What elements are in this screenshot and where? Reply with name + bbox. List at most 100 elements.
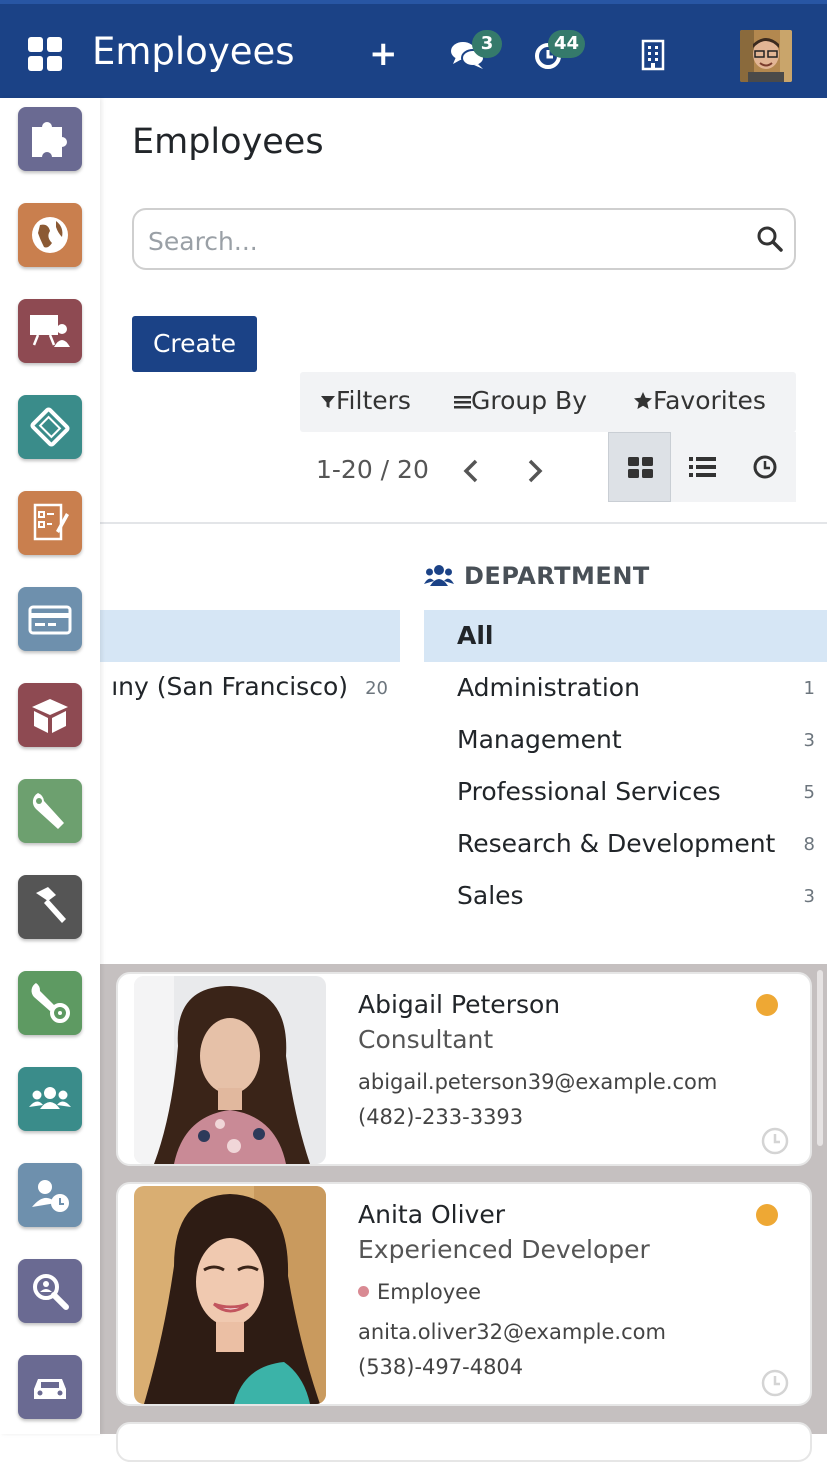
user-clock-icon — [32, 1180, 69, 1212]
pager-next-button[interactable] — [520, 453, 550, 489]
favorites-button[interactable]: Favorites — [633, 386, 766, 415]
presentation-icon — [30, 315, 70, 347]
presence-status-dot — [756, 994, 778, 1016]
filter-icon — [321, 396, 335, 408]
company-filter-label: ıny (San Francisco) — [111, 672, 348, 701]
filters-button[interactable]: Filters — [320, 386, 411, 415]
search-box — [132, 208, 796, 270]
puzzle-icon — [32, 122, 67, 157]
users-icon — [424, 565, 454, 586]
company-filter-count: 20 — [365, 678, 388, 699]
bars-icon — [454, 396, 471, 409]
building-icon — [641, 39, 665, 71]
app-title: Employees — [92, 30, 295, 73]
app-tile-puzzle[interactable] — [18, 107, 82, 171]
employee-phone: (482)-233-3393 — [358, 1105, 524, 1129]
wrench-gear-icon — [31, 983, 70, 1023]
clock-icon — [753, 455, 777, 479]
app-tile-fleet[interactable] — [18, 1355, 82, 1419]
activities-badge: 44 — [548, 30, 586, 58]
card-icon — [28, 605, 72, 635]
employee-photo — [134, 976, 326, 1164]
presence-status-dot — [756, 1204, 778, 1226]
company-switcher-button[interactable] — [640, 39, 666, 71]
search-input[interactable] — [146, 220, 750, 262]
employee-phone: (538)-497-4804 — [358, 1355, 524, 1379]
pager-previous-button[interactable] — [456, 453, 486, 489]
app-tile-ticket[interactable] — [18, 395, 82, 459]
divider — [100, 522, 827, 524]
employee-email: abigail.peterson39@example.com — [358, 1070, 718, 1094]
employee-card-partial[interactable] — [116, 1422, 812, 1462]
employee-job-title: Experienced Developer — [358, 1235, 650, 1264]
company-filter-all[interactable] — [100, 610, 400, 662]
employee-job-title: Consultant — [358, 1025, 494, 1054]
department-item-research-development[interactable]: Research & Development 8 — [424, 818, 827, 870]
app-tile-box[interactable] — [18, 683, 82, 747]
favorites-label: Favorites — [653, 386, 766, 415]
employee-tag: Employee — [358, 1280, 481, 1304]
messages-button[interactable]: 3 — [450, 30, 502, 72]
filters-label: Filters — [336, 386, 411, 415]
employee-card[interactable]: Abigail Peterson Consultant abigail.pete… — [116, 972, 812, 1166]
page-title: Employees — [132, 122, 324, 162]
department-header-label: DEPARTMENT — [464, 562, 650, 590]
department-item-administration[interactable]: Administration 1 — [424, 662, 827, 714]
car-icon — [34, 1379, 66, 1399]
department-item-all[interactable]: All — [424, 610, 827, 662]
pager-value[interactable]: 1-20 / 20 — [316, 455, 429, 484]
group-by-label: Group By — [471, 386, 588, 415]
scrollbar[interactable] — [817, 970, 823, 1146]
ticket-icon — [30, 407, 70, 447]
employee-photo — [134, 1186, 326, 1404]
activities-button[interactable]: 44 — [532, 30, 586, 72]
chevron-right-icon — [528, 459, 543, 483]
top-navbar: Employees + 3 44 — [0, 0, 827, 98]
magnifier-icon — [33, 1274, 69, 1310]
team-icon — [29, 1087, 71, 1109]
wrench-icon — [32, 793, 64, 829]
list-view-button[interactable] — [671, 432, 734, 502]
survey-icon — [33, 503, 69, 541]
employee-email: anita.oliver32@example.com — [358, 1320, 666, 1344]
department-item-management[interactable]: Management 3 — [424, 714, 827, 766]
app-tile-team[interactable] — [18, 1067, 82, 1131]
apps-sidebar — [0, 98, 100, 1434]
app-tile-hammer[interactable] — [18, 875, 82, 939]
list-icon — [689, 457, 716, 477]
quick-create-button[interactable]: + — [369, 34, 398, 74]
chevron-left-icon — [463, 459, 478, 483]
search-icon[interactable] — [756, 225, 784, 253]
app-tile-maintenance[interactable] — [18, 971, 82, 1035]
activity-clock-icon[interactable] — [760, 1368, 790, 1398]
globe-icon — [32, 217, 68, 253]
messages-badge: 3 — [472, 30, 502, 58]
star-icon — [634, 392, 652, 409]
app-tile-attendance[interactable] — [18, 1163, 82, 1227]
app-tile-search[interactable] — [18, 1259, 82, 1323]
group-by-button[interactable]: Group By — [454, 386, 587, 415]
employee-name: Abigail Peterson — [358, 990, 561, 1019]
app-tile-globe[interactable] — [18, 203, 82, 267]
user-avatar[interactable] — [740, 30, 792, 82]
app-tile-wrench[interactable] — [18, 779, 82, 843]
employee-card[interactable]: Anita Oliver Experienced Developer Emplo… — [116, 1182, 812, 1406]
app-tile-survey[interactable] — [18, 491, 82, 555]
department-item-sales[interactable]: Sales 3 — [424, 870, 827, 922]
search-options-bar: Filters Group By Favorites — [300, 372, 796, 432]
company-filter-item[interactable]: ıny (San Francisco) 20 — [100, 672, 400, 708]
hammer-icon — [36, 887, 66, 923]
activity-view-button[interactable] — [734, 432, 797, 502]
app-tile-card[interactable] — [18, 587, 82, 651]
kanban-view-button[interactable] — [608, 432, 671, 502]
box-icon — [32, 699, 68, 733]
tag-color-dot — [358, 1286, 369, 1297]
employee-name: Anita Oliver — [358, 1200, 505, 1229]
grid-icon — [628, 457, 653, 478]
create-button[interactable]: Create — [132, 316, 257, 372]
department-item-professional-services[interactable]: Professional Services 5 — [424, 766, 827, 818]
activity-clock-icon[interactable] — [760, 1126, 790, 1156]
view-switcher — [608, 432, 796, 502]
apps-menu-icon[interactable] — [28, 37, 64, 73]
app-tile-presentation[interactable] — [18, 299, 82, 363]
